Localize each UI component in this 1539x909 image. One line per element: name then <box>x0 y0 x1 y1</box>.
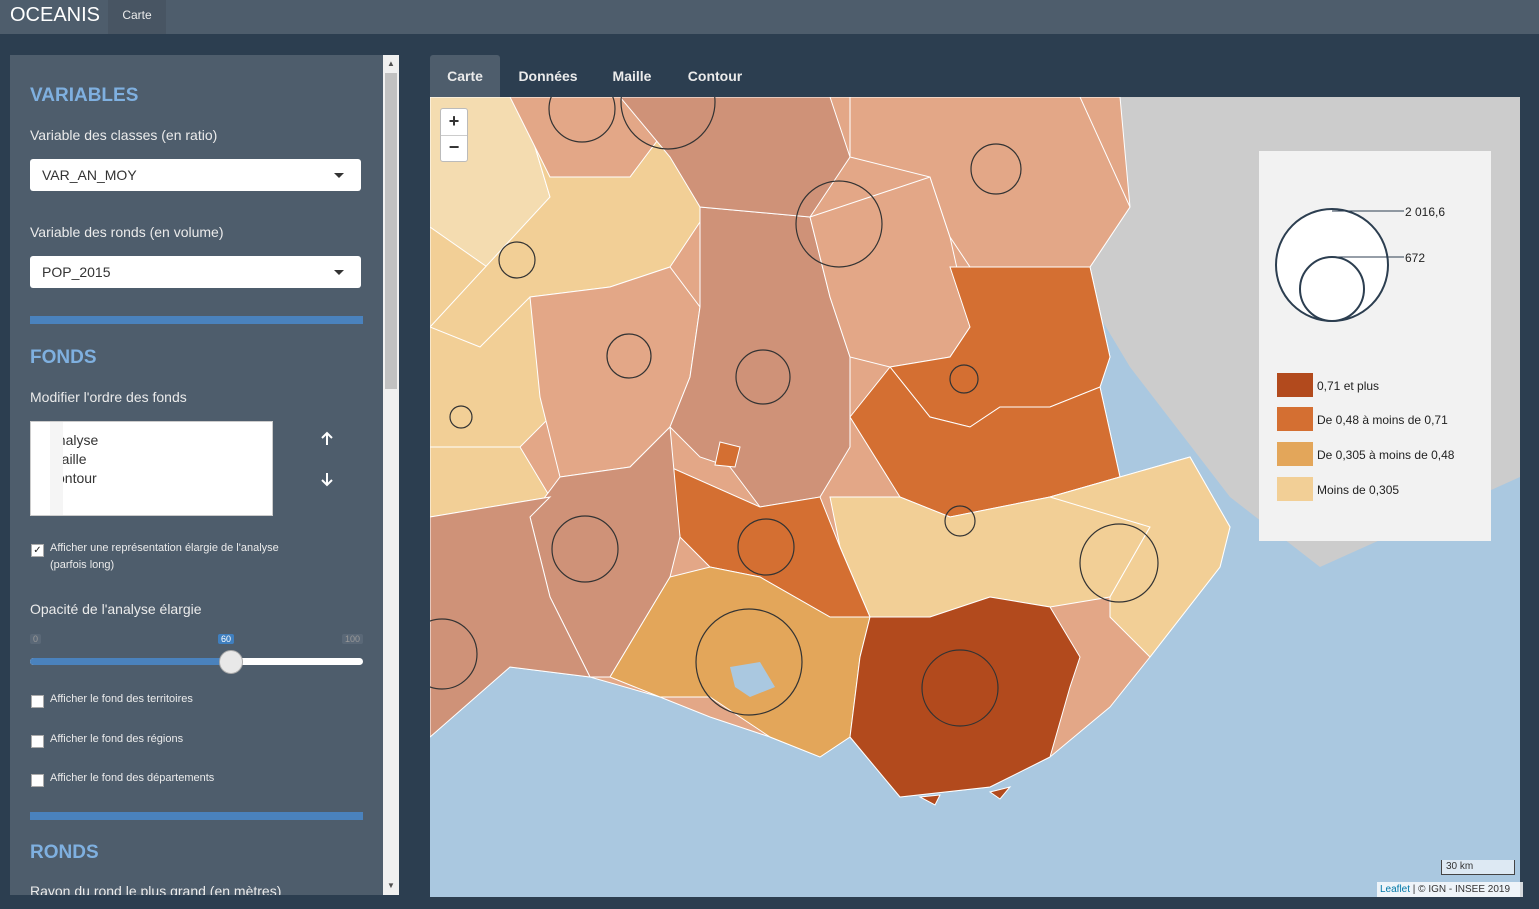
scroll-up-icon[interactable]: ▲ <box>383 57 399 71</box>
slider-min-label: 0 <box>30 634 42 644</box>
arrow-down-icon <box>321 473 333 487</box>
top-navbar: OCEANIS Carte <box>0 0 1539 34</box>
class-variable-select[interactable]: VAR_AN_MOY <box>30 159 361 191</box>
legend-class-label: De 0,48 à moins de 0,71 <box>1317 413 1448 427</box>
legend-class-label: 0,71 et plus <box>1317 379 1380 393</box>
legend-swatch <box>1277 373 1313 397</box>
round-variable-value: POP_2015 <box>42 264 111 280</box>
circle-size-legend <box>1275 208 1404 322</box>
extended-analysis-label-line1: Afficher une représentation élargie de l… <box>50 542 279 554</box>
zoom-control: + − <box>440 108 468 162</box>
round-variable-label: Variable des ronds (en volume) <box>30 224 224 240</box>
class-variable-value: VAR_AN_MOY <box>42 167 137 183</box>
zoom-in-button[interactable]: + <box>441 109 467 136</box>
extended-analysis-checkbox[interactable]: ✓ <box>31 544 44 557</box>
legend-circle-mid-label: 672 <box>1405 251 1426 265</box>
tab-carte[interactable]: Carte <box>430 55 500 97</box>
departments-checkbox[interactable] <box>31 774 44 787</box>
zoom-out-button[interactable]: − <box>441 135 467 161</box>
fonds-section-title: FONDS <box>30 347 97 368</box>
slider-value-label: 60 <box>218 634 235 644</box>
class-variable-label: Variable des classes (en ratio) <box>30 127 218 143</box>
layer-order-listbox[interactable]: analyse maille contour <box>30 421 273 516</box>
extended-analysis-label: Afficher une représentation élargie de l… <box>50 540 279 574</box>
legend-circle-mid <box>1299 256 1365 322</box>
island-shape <box>918 794 941 806</box>
nav-tab-carte[interactable]: Carte <box>108 0 166 34</box>
map-attribution: Leaflet | © IGN - INSEE 2019 <box>1377 882 1523 897</box>
territories-label: Afficher le fond des territoires <box>50 693 193 705</box>
move-up-button[interactable] <box>320 431 334 452</box>
opacity-slider-fill <box>30 658 230 665</box>
legend-class-label: Moins de 0,305 <box>1317 483 1400 497</box>
map-region <box>714 441 741 468</box>
tab-maille[interactable]: Maille <box>598 55 666 97</box>
variables-section-title: VARIABLES <box>30 85 139 106</box>
round-variable-select[interactable]: POP_2015 <box>30 256 361 288</box>
app-brand[interactable]: OCEANIS <box>10 4 100 27</box>
map-region <box>849 596 1081 798</box>
section-divider <box>30 812 363 820</box>
regions-checkbox[interactable] <box>31 735 44 748</box>
ronds-section-title: RONDS <box>30 842 99 863</box>
extended-analysis-label-line2: (parfois long) <box>50 559 115 571</box>
legend-swatch <box>1277 477 1313 501</box>
move-down-button[interactable] <box>320 471 334 492</box>
radius-label: Rayon du rond le plus grand (en mètres) <box>30 883 282 895</box>
sidebar-scrollbar[interactable]: ▲ ▼ <box>383 55 399 895</box>
legend-swatch <box>1277 442 1313 466</box>
map-legend: 2 016,6 672 0,71 et plus De 0,48 à moins… <box>1259 151 1491 541</box>
leaflet-link[interactable]: Leaflet <box>1380 884 1410 895</box>
attribution-text: | © IGN - INSEE 2019 <box>1410 884 1511 895</box>
listbox-scrollbar[interactable] <box>50 422 63 515</box>
island-shape <box>988 786 1012 800</box>
legend-class-label: De 0,305 à moins de 0,48 <box>1317 448 1455 462</box>
chevron-down-icon <box>334 173 344 178</box>
slider-max-label: 100 <box>342 634 364 644</box>
scrollbar-thumb[interactable] <box>385 73 397 389</box>
tab-donnees[interactable]: Données <box>506 55 590 97</box>
scroll-down-icon[interactable]: ▼ <box>383 879 399 893</box>
opacity-label: Opacité de l'analyse élargie <box>30 601 202 617</box>
chevron-down-icon <box>334 270 344 275</box>
tab-contour[interactable]: Contour <box>674 55 756 97</box>
territories-checkbox[interactable] <box>31 695 44 708</box>
opacity-slider-handle[interactable] <box>218 650 243 674</box>
departments-label: Afficher le fond des départements <box>50 772 215 784</box>
legend-swatch <box>1277 407 1313 431</box>
regions-label: Afficher le fond des régions <box>50 733 184 745</box>
main-tabs: Carte Données Maille Contour <box>430 55 1520 97</box>
arrow-up-icon <box>321 431 333 445</box>
sidebar-panel: VARIABLES Variable des classes (en ratio… <box>10 55 383 895</box>
map-scale-bar: 30 km <box>1441 860 1515 875</box>
legend-circle-max-label: 2 016,6 <box>1405 205 1446 219</box>
layer-order-label: Modifier l'ordre des fonds <box>30 389 187 405</box>
section-divider <box>30 316 363 324</box>
